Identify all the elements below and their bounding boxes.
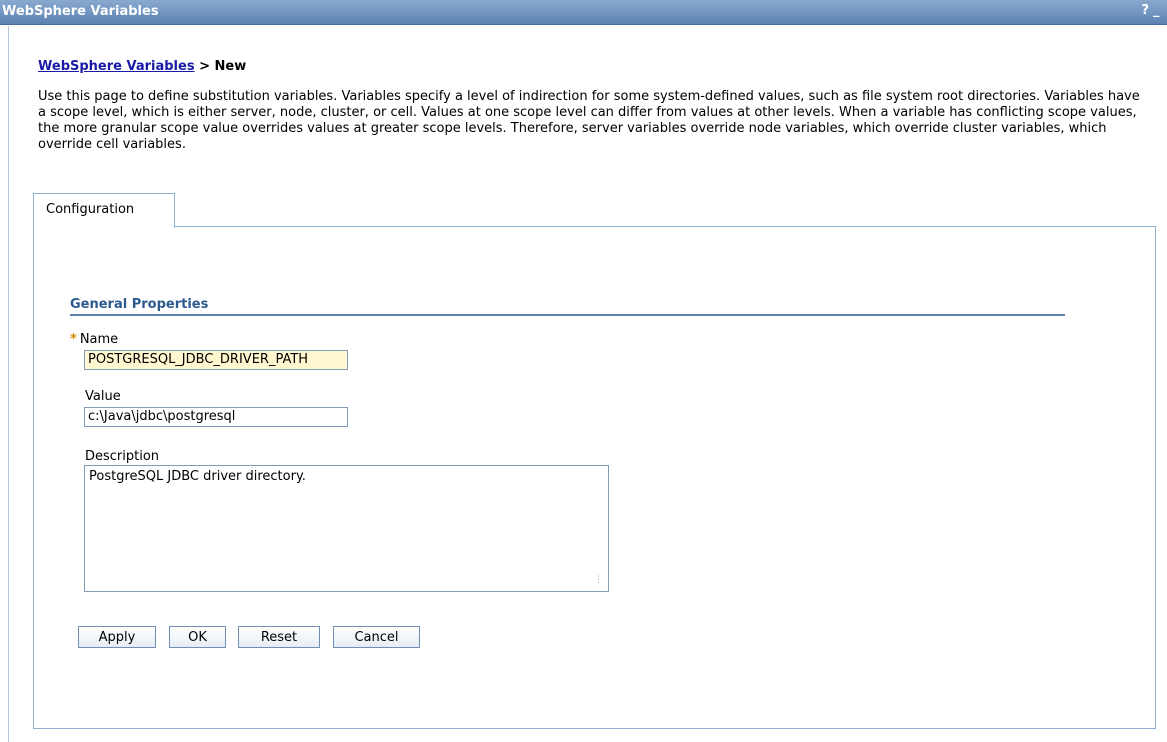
description-label: Description [85,449,160,464]
name-label: * Name [70,332,118,347]
value-label: Value [85,389,121,404]
tab-configuration-label: Configuration [46,202,135,217]
value-field[interactable]: c:\Java\jdbc\postgresql [84,407,348,427]
description-field[interactable]: PostgreSQL JDBC driver directory. [84,465,609,592]
required-icon: * [70,332,77,347]
left-border [8,26,9,742]
section-title-general-properties: General Properties [70,297,209,312]
tab-configuration[interactable]: Configuration [33,193,175,228]
breadcrumb-separator: > [194,59,215,74]
name-field[interactable]: POSTGRESQL_JDBC_DRIVER_PATH [84,350,348,370]
section-divider [70,314,1065,316]
breadcrumb: WebSphere Variables > New [38,59,246,74]
window-titlebar: WebSphere Variables ? _ [0,0,1167,25]
apply-button[interactable]: Apply [78,626,156,648]
breadcrumb-link-websphere-variables[interactable]: WebSphere Variables [38,59,195,74]
ok-button[interactable]: OK [169,626,226,648]
page-description: Use this page to define substitution var… [38,89,1140,152]
name-label-text: Name [79,332,119,347]
breadcrumb-current: New [214,59,247,74]
help-icon[interactable]: ? [1141,3,1149,18]
minimize-icon[interactable]: _ [1153,2,1163,20]
cancel-button[interactable]: Cancel [333,626,420,648]
window-title: WebSphere Variables [2,4,159,19]
reset-button[interactable]: Reset [238,626,320,648]
resize-grip-icon[interactable]: ⋮⋮ [594,576,613,589]
